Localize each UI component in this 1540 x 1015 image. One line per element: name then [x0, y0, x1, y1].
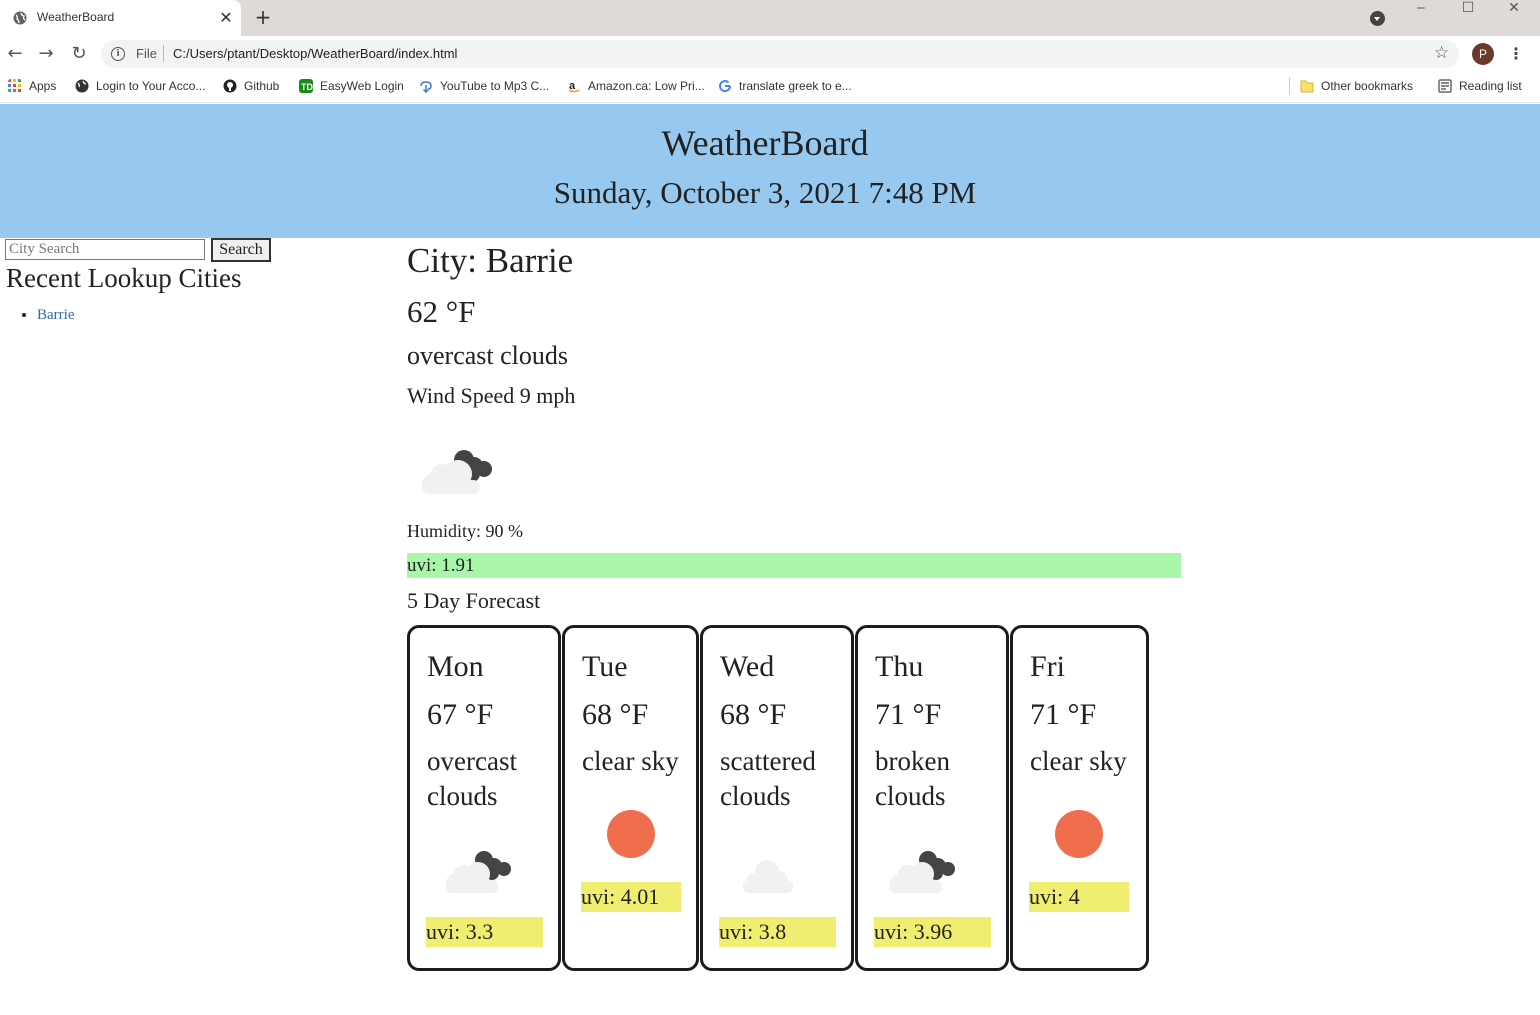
amazon-icon: a [568, 80, 580, 93]
forecast-card-mon: Mon 67 °F overcast clouds uvi: 3.3 [407, 625, 561, 971]
forward-arrow-icon[interactable]: → [35, 44, 57, 64]
bookmark-label: YouTube to Mp3 C... [440, 79, 550, 93]
new-tab-icon[interactable]: + [253, 7, 273, 27]
forecast-temperature: 67 °F [427, 698, 494, 731]
globe-icon [13, 11, 27, 25]
info-icon[interactable]: i [111, 47, 125, 61]
other-bookmarks-label: Other bookmarks [1321, 79, 1414, 93]
bookmark-github[interactable]: Github [223, 78, 279, 94]
forecast-card-thu: Thu 71 °F broken clouds uvi: 3.96 [855, 625, 1009, 971]
recent-cities-list: Barrie [21, 307, 74, 324]
forecast-day: Wed [720, 650, 775, 683]
city-search-input[interactable] [5, 239, 205, 260]
scattered-clouds-icon [743, 860, 793, 893]
tab-weatherboard[interactable]: WeatherBoard ✕ [0, 0, 241, 36]
url-text[interactable]: C:/Users/ptant/Desktop/WeatherBoard/inde… [173, 46, 457, 61]
bookmark-star-icon[interactable]: ☆ [1434, 43, 1449, 63]
forecast-description: overcast clouds [427, 746, 517, 811]
recent-city-link[interactable]: Barrie [37, 307, 74, 323]
broken-clouds-icon [890, 851, 955, 893]
sun-icon [1055, 810, 1103, 858]
bookmark-login[interactable]: Login to Your Acco... [75, 78, 205, 94]
td-icon: TD [299, 79, 313, 93]
reading-list-icon [1438, 79, 1452, 93]
forecast-card-tue: Tue 68 °F clear sky uvi: 4.01 [562, 625, 699, 971]
forecast-temperature: 71 °F [875, 698, 942, 731]
forecast-heading: 5 Day Forecast [407, 588, 541, 613]
svg-text:TD: TD [301, 82, 313, 92]
forecast-temperature: 68 °F [720, 698, 787, 731]
current-temperature: 62 °F [407, 294, 476, 329]
profile-avatar[interactable]: P [1472, 43, 1494, 65]
bookmark-label: Amazon.ca: Low Pri... [588, 79, 705, 93]
recent-cities-heading: Recent Lookup Cities [6, 263, 242, 293]
bookmark-label: Login to Your Acco... [96, 79, 206, 93]
bookmark-translate[interactable]: translate greek to e... [718, 78, 852, 94]
forecast-description: scattered clouds [720, 746, 816, 811]
bookmark-label: Apps [29, 79, 57, 93]
forecast-temperature: 68 °F [582, 698, 649, 731]
download-icon [420, 81, 432, 93]
globe-icon [75, 79, 89, 93]
reload-icon[interactable]: ↻ [68, 44, 90, 64]
back-arrow-icon[interactable]: ← [4, 44, 26, 64]
overcast-clouds-icon [446, 851, 511, 893]
forecast-day: Fri [1030, 650, 1066, 683]
url-scheme-label: File [136, 46, 157, 61]
reading-list[interactable]: Reading list [1438, 78, 1522, 94]
forecast-card-wed: Wed 68 °F scattered clouds uvi: 3.8 [700, 625, 854, 971]
bookmark-amazon[interactable]: a Amazon.ca: Low Pri... [567, 78, 705, 94]
forecast-description: broken clouds [875, 746, 950, 811]
tab-search-icon[interactable] [1370, 11, 1385, 26]
apps-grid-icon [8, 79, 21, 92]
github-icon [223, 79, 237, 93]
google-icon [719, 80, 732, 93]
browser-menu-icon[interactable]: ⋮ [1508, 43, 1524, 65]
close-tab-icon[interactable]: ✕ [216, 8, 236, 28]
forecast-day: Mon [427, 650, 484, 683]
forecast-uvi: uvi: 3.8 [719, 917, 836, 947]
forecast-uvi: uvi: 4.01 [581, 882, 681, 912]
tab-title: WeatherBoard [37, 10, 115, 24]
forecast-description: clear sky [582, 746, 679, 776]
humidity: Humidity: 90 % [407, 521, 523, 541]
forecast-uvi: uvi: 3.96 [874, 917, 991, 947]
bookmark-youtube-mp3[interactable]: YouTube to Mp3 C... [419, 78, 549, 94]
bookmarks-divider [1289, 77, 1290, 95]
overcast-clouds-icon [422, 450, 492, 494]
page-title: WeatherBoard [661, 123, 869, 163]
current-description: overcast clouds [407, 341, 569, 370]
maximize-icon[interactable]: ☐ [1445, 0, 1491, 18]
close-window-icon[interactable]: ✕ [1491, 0, 1537, 18]
bookmark-easyweb[interactable]: TD EasyWeb Login [299, 78, 404, 94]
forecast-uvi: uvi: 4 [1029, 882, 1129, 912]
forecast-day: Thu [875, 650, 924, 683]
bookmark-label: EasyWeb Login [320, 79, 404, 93]
sun-icon [607, 810, 655, 858]
forecast-description: clear sky [1030, 746, 1127, 776]
city-name: City: Barrie [407, 241, 574, 280]
wind-speed: Wind Speed 9 mph [407, 383, 576, 408]
forecast-uvi: uvi: 3.3 [426, 917, 543, 947]
omnibox-divider [163, 45, 164, 62]
uvi-indicator: uvi: 1.91 [407, 553, 1181, 578]
bookmark-apps[interactable]: Apps [8, 78, 56, 94]
other-bookmarks[interactable]: Other bookmarks [1300, 78, 1413, 94]
forecast-card-fri: Fri 71 °F clear sky uvi: 4 [1010, 625, 1149, 971]
folder-icon [1300, 80, 1314, 93]
search-button[interactable]: Search [211, 238, 271, 262]
bookmark-label: Github [244, 79, 280, 93]
bookmark-label: translate greek to e... [739, 79, 852, 93]
minimize-icon[interactable]: ‒ [1398, 0, 1444, 18]
current-date: Sunday, October 3, 2021 7:48 PM [553, 175, 977, 210]
reading-list-label: Reading list [1459, 79, 1522, 93]
list-item: Barrie [37, 307, 74, 324]
forecast-temperature: 71 °F [1030, 698, 1097, 731]
forecast-day: Tue [582, 650, 628, 683]
